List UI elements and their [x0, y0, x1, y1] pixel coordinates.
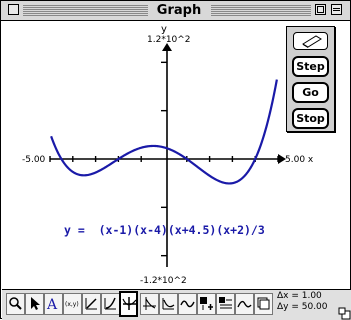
go-button[interactable]: Go — [293, 83, 328, 102]
line-tool-icon — [85, 298, 97, 310]
stack-tool[interactable] — [254, 293, 273, 315]
table-tool[interactable] — [216, 293, 235, 315]
palette-drag-handle[interactable] — [293, 32, 328, 50]
table-tool-icon — [219, 297, 232, 309]
y-axis-label: y — [161, 24, 167, 35]
y-max-label: 1.2*10^2 — [147, 35, 191, 45]
resize-grip-icon[interactable] — [338, 307, 351, 320]
stop-button[interactable]: Stop — [293, 109, 328, 128]
graph-window: Graph y 1.2*10^2 -1.2*10^2 -5.00 5.00 x … — [0, 0, 351, 320]
window-title: Graph — [151, 2, 207, 18]
collapse-box[interactable] — [331, 4, 342, 15]
arrow-pointer-icon — [31, 297, 40, 310]
title-bar[interactable]: Graph — [1, 1, 350, 21]
axes-tool[interactable] — [119, 291, 138, 317]
magnifier-icon — [9, 297, 22, 310]
step-button[interactable]: Step — [293, 57, 328, 76]
stack-tool-icon — [257, 297, 270, 310]
sine-tool[interactable] — [178, 293, 197, 315]
text-tool[interactable]: A — [44, 293, 63, 315]
title-bar-stripes-right — [211, 5, 311, 16]
x-axis-group — [50, 154, 286, 164]
svg-text:(x,y): (x,y) — [65, 301, 79, 308]
sine-tool-icon — [180, 300, 195, 308]
control-palette: Step Go Stop — [286, 26, 335, 132]
zoom-box[interactable] — [315, 4, 326, 15]
xy-tool[interactable]: (x,y) — [63, 293, 82, 315]
curve-tool-icon — [104, 297, 116, 310]
x-max-label: 5.00 x — [285, 155, 314, 165]
title-bar-stripes-left — [23, 5, 148, 16]
eraser-icon — [302, 35, 322, 48]
tool-palette: A (x,y) Δx = 1.00 Δy = 50.00 — [2, 289, 351, 320]
magnifier-tool[interactable] — [6, 293, 25, 315]
axes-tool-icon — [122, 297, 137, 310]
close-box[interactable] — [8, 4, 19, 15]
function-curve[interactable] — [50, 79, 278, 185]
slope-tool-icon — [143, 297, 156, 310]
curve-tool[interactable] — [101, 293, 120, 315]
equation-label[interactable]: y = (x-1)(x-4)(x+4.5)(x+2)/3 — [64, 223, 265, 237]
text-tool-icon: A — [46, 297, 58, 311]
slope-tool[interactable] — [140, 293, 159, 315]
plus-tool-icon — [200, 297, 213, 310]
wave-tool[interactable] — [235, 293, 254, 315]
xy-readout-icon: (x,y) — [65, 301, 79, 308]
plus-tool[interactable] — [197, 293, 216, 315]
derivative-tool[interactable] — [159, 293, 178, 315]
line-tool[interactable] — [82, 293, 101, 315]
y-min-label: -1.2*10^2 — [140, 276, 187, 286]
wave-tool-icon — [237, 300, 252, 308]
arrow-tool[interactable] — [25, 293, 44, 315]
svg-text:A: A — [46, 297, 58, 311]
derivative-tool-icon — [162, 298, 175, 310]
x-min-label: -5.00 — [22, 155, 46, 165]
